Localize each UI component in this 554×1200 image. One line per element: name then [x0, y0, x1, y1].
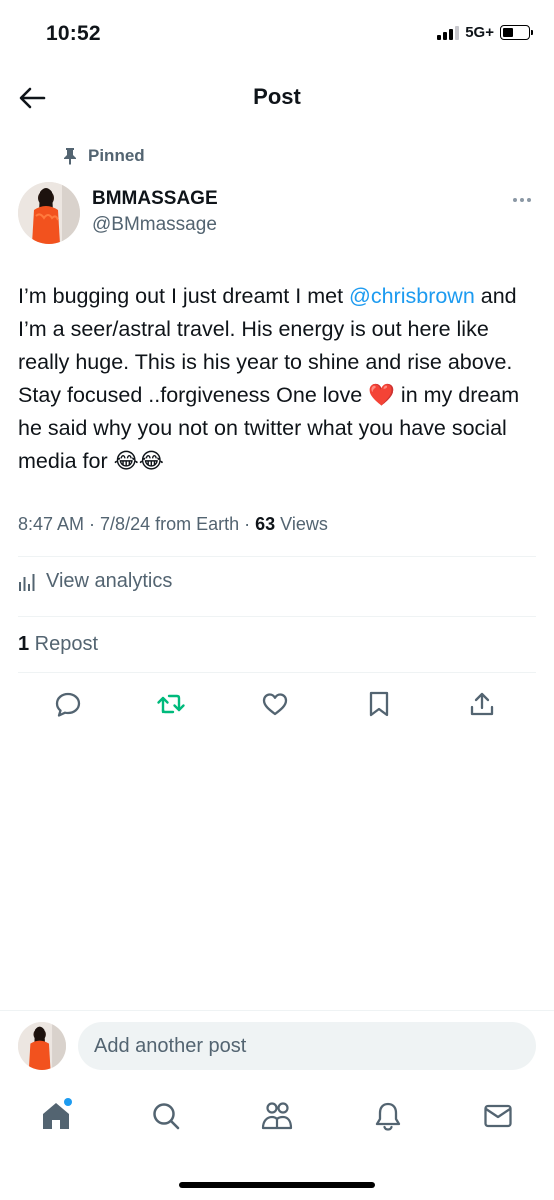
post-author[interactable]: BMMASSAGE @BMmassage	[18, 180, 536, 246]
analytics-icon	[19, 573, 35, 591]
heart-icon	[262, 693, 288, 716]
top-bar: Post	[0, 76, 554, 120]
post-actions	[50, 686, 500, 726]
more-dot	[520, 198, 524, 202]
repost-button[interactable]	[153, 686, 189, 722]
post-date[interactable]: 7/8/24	[100, 514, 150, 534]
mention-link[interactable]: @chrisbrown	[349, 284, 475, 308]
meta-separator: ·	[239, 514, 256, 534]
share-button[interactable]	[464, 686, 500, 722]
view-analytics-label: View analytics	[46, 570, 173, 592]
heart-emoji: ❤️	[368, 383, 395, 407]
mail-icon	[484, 1104, 512, 1128]
like-button[interactable]	[257, 686, 293, 722]
page-title: Post	[253, 84, 301, 109]
bottom-nav	[0, 1092, 554, 1142]
post-text: I’m bugging out I just dreamt I met @chr…	[18, 280, 538, 478]
view-analytics-link[interactable]: View analytics	[18, 570, 172, 593]
signal-icon	[437, 25, 460, 40]
pin-icon	[64, 148, 76, 165]
avatar[interactable]	[18, 1022, 66, 1070]
post-location: from Earth	[150, 514, 240, 534]
people-icon	[261, 1102, 293, 1130]
bell-icon	[375, 1102, 401, 1131]
bookmark-icon	[369, 691, 389, 717]
divider	[18, 616, 536, 617]
reply-compose-bar	[18, 1022, 538, 1072]
notification-dot	[64, 1098, 72, 1106]
post-time: 8:47 AM	[18, 514, 85, 534]
nav-notifications[interactable]	[368, 1096, 408, 1136]
nav-messages[interactable]	[478, 1096, 518, 1136]
share-icon	[470, 692, 494, 716]
nav-home[interactable]	[36, 1096, 76, 1136]
pinned-indicator: Pinned	[62, 146, 145, 166]
more-dot	[527, 198, 531, 202]
reply-button[interactable]	[50, 686, 86, 722]
pinned-label: Pinned	[88, 146, 145, 165]
post-text-part: I’m bugging out I just dreamt I met	[18, 284, 350, 308]
post-meta: 8:47 AM · 7/8/24 from Earth · 63 Views	[18, 514, 328, 535]
status-bar: 10:52 5G+	[0, 0, 554, 70]
more-dot	[513, 198, 517, 202]
avatar[interactable]	[18, 182, 80, 244]
repost-count[interactable]: 1 Repost	[18, 633, 98, 656]
add-post-input[interactable]	[78, 1022, 536, 1070]
repost-count-number: 1	[18, 633, 30, 655]
reply-icon	[55, 692, 81, 717]
divider	[18, 556, 536, 557]
views-count: 63	[255, 514, 276, 534]
avatar-image	[18, 1022, 66, 1070]
battery-icon	[500, 25, 533, 40]
author-handle[interactable]: @BMmassage	[92, 214, 217, 236]
nav-communities[interactable]	[257, 1096, 297, 1136]
status-time: 10:52	[46, 22, 101, 45]
author-name[interactable]: BMMASSAGE	[92, 188, 218, 210]
more-options-button[interactable]	[508, 190, 536, 210]
views-label: Views	[275, 514, 328, 534]
avatar-image	[18, 182, 80, 244]
search-icon	[153, 1103, 180, 1130]
repost-count-label: Repost	[29, 633, 99, 655]
divider	[18, 672, 536, 673]
repost-icon	[157, 694, 185, 714]
network-label: 5G+	[465, 24, 494, 41]
laughing-emoji: 😂😂	[113, 449, 164, 473]
status-indicators: 5G+	[437, 24, 533, 41]
meta-separator: ·	[84, 514, 101, 534]
nav-search[interactable]	[146, 1096, 186, 1136]
home-indicator[interactable]	[179, 1182, 375, 1188]
divider	[0, 1010, 554, 1011]
bookmark-button[interactable]	[361, 686, 397, 722]
